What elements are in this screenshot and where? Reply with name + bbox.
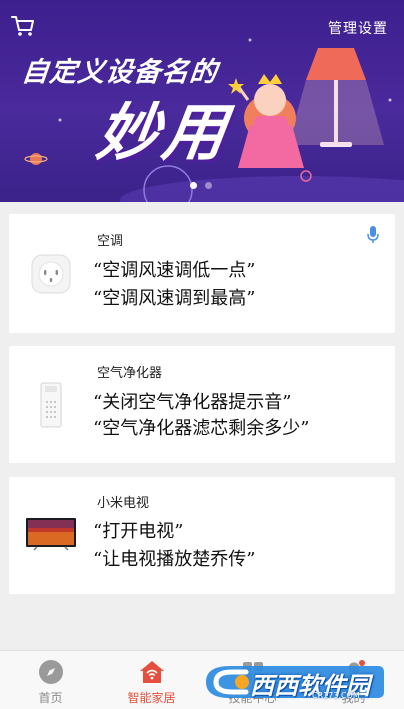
voice-command: “打开电视” <box>93 521 184 542</box>
voice-command: “让电视播放楚乔传” <box>93 549 256 570</box>
nav-label: 首页 <box>38 691 63 705</box>
voice-command: “关闭空气净化器提示音” <box>93 392 292 413</box>
device-name: 空调 <box>97 234 124 249</box>
device-card-air-purifier[interactable]: 空气净化器 “关闭空气净化器提示音” “空气净化器滤芯剩余多少” <box>9 346 395 463</box>
voice-command: “空调风速调到最高” <box>93 288 256 309</box>
voice-command: “空调风速调低一点” <box>93 260 256 281</box>
nav-item-smart-home[interactable]: 智能家居 <box>101 651 202 709</box>
device-name: 小米电视 <box>97 496 150 511</box>
carousel-dot[interactable] <box>205 182 212 189</box>
carousel-dot[interactable] <box>190 182 197 189</box>
watermark-subtext: CR173.COM <box>312 691 360 700</box>
device-name: 空气净化器 <box>97 366 163 381</box>
home-wifi-icon <box>139 661 164 683</box>
cart-icon[interactable] <box>10 14 36 38</box>
device-card-air-conditioner[interactable]: 空调 “空调风速调低一点” “空调风速调到最高” <box>9 214 395 333</box>
air-purifier-icon <box>40 382 62 428</box>
manage-settings-button[interactable]: 管理设置 <box>328 18 388 38</box>
microphone-icon[interactable] <box>367 226 379 244</box>
voice-command: “空气净化器滤芯剩余多少” <box>93 418 310 439</box>
banner-big-text: 妙用 <box>92 96 235 169</box>
air-conditioner-plug-icon <box>31 254 71 294</box>
nav-item-home[interactable]: 首页 <box>0 651 101 709</box>
promo-banner[interactable]: 管理设置 自定义设备名的 妙用 <box>0 0 404 202</box>
carousel-indicator <box>190 182 212 189</box>
tv-icon <box>26 518 76 551</box>
nav-label: 智能家居 <box>127 691 176 705</box>
device-card-tv[interactable]: 小米电视 “打开电视” “让电视播放楚乔传” <box>9 477 395 594</box>
compass-icon <box>38 660 63 684</box>
